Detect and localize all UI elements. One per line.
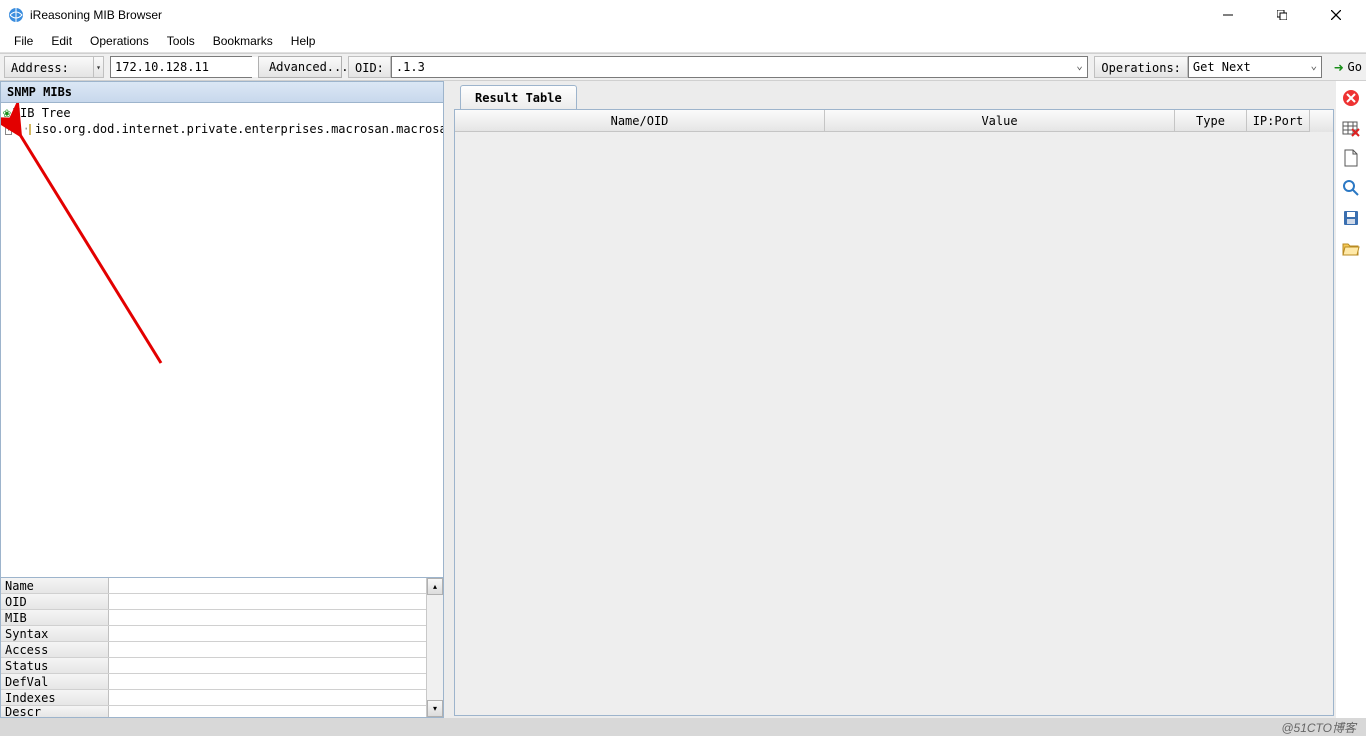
prop-key-mib: MIB [1, 610, 109, 625]
prop-key-name: Name [1, 578, 109, 593]
annotation-arrow [1, 103, 444, 523]
address-input[interactable] [111, 57, 272, 77]
new-document-icon[interactable] [1342, 149, 1360, 167]
prop-key-status: Status [1, 658, 109, 673]
toolbar: Address: Advanced... OID: Operations: ➜ … [0, 53, 1366, 81]
right-toolbar [1336, 81, 1366, 718]
maximize-button[interactable] [1268, 4, 1296, 26]
title-bar: iReasoning MIB Browser [0, 0, 1366, 30]
close-button[interactable] [1322, 4, 1350, 26]
result-table-body [455, 132, 1333, 715]
address-label: Address: [4, 56, 94, 78]
property-grid: Name OID MIB Syntax Access Status DefVal… [0, 578, 444, 718]
prop-val-oid [109, 594, 426, 609]
tree-connector: ·· [16, 122, 28, 136]
tree-child-label[interactable]: iso.org.dod.internet.private.enterprises… [35, 122, 444, 136]
col-type[interactable]: Type [1175, 110, 1247, 132]
menu-operations[interactable]: Operations [82, 32, 157, 50]
open-folder-icon[interactable] [1342, 239, 1360, 257]
app-icon [8, 7, 24, 23]
prop-val-status [109, 658, 426, 673]
prop-val-access [109, 642, 426, 657]
prop-val-descr [109, 706, 426, 717]
oid-label: OID: [348, 56, 391, 78]
menu-bookmarks[interactable]: Bookmarks [205, 32, 281, 50]
oid-combo[interactable] [391, 56, 1089, 78]
operations-label: Operations: [1094, 56, 1187, 78]
prop-val-defval [109, 674, 426, 689]
search-icon[interactable] [1342, 179, 1360, 197]
table-delete-icon[interactable] [1342, 119, 1360, 137]
scroll-up-button[interactable]: ▴ [427, 578, 443, 595]
footer-watermark: @51CTO博客 [0, 718, 1366, 736]
window-title: iReasoning MIB Browser [30, 8, 162, 22]
left-pane: SNMP MIBs ❀ MIB Tree + ·· iso.org.dod.in… [0, 81, 448, 718]
menu-edit[interactable]: Edit [43, 32, 80, 50]
scroll-down-button[interactable]: ▾ [427, 700, 443, 717]
watermark-text: @51CTO博客 [1281, 719, 1356, 736]
advanced-button[interactable]: Advanced... [258, 56, 342, 78]
prop-key-indexes: Indexes [1, 690, 109, 705]
col-value[interactable]: Value [825, 110, 1175, 132]
prop-key-oid: OID [1, 594, 109, 609]
chevron-down-icon[interactable] [1072, 57, 1088, 77]
operations-input[interactable] [1189, 57, 1307, 77]
oid-input[interactable] [392, 57, 1072, 77]
menu-help[interactable]: Help [283, 32, 324, 50]
tab-result-table[interactable]: Result Table [460, 85, 577, 109]
address-history-dropdown[interactable] [94, 56, 104, 78]
menu-tools[interactable]: Tools [159, 32, 203, 50]
minimize-button[interactable] [1214, 4, 1242, 26]
prop-key-access: Access [1, 642, 109, 657]
go-label: Go [1348, 60, 1362, 74]
tree-expand-button[interactable]: + [5, 124, 12, 135]
result-table: Name/OID Value Type IP:Port [454, 109, 1334, 716]
chevron-down-icon[interactable] [1307, 57, 1321, 77]
save-icon[interactable] [1342, 209, 1360, 227]
address-combo[interactable] [110, 56, 252, 78]
col-name-oid[interactable]: Name/OID [455, 110, 825, 132]
menu-bar: File Edit Operations Tools Bookmarks Hel… [0, 30, 1366, 52]
menu-file[interactable]: File [6, 32, 41, 50]
snmp-mibs-header: SNMP MIBs [0, 81, 444, 103]
prop-val-indexes [109, 690, 426, 705]
go-arrow-icon: ➜ [1334, 58, 1344, 77]
property-scrollbar[interactable]: ▴ ▾ [426, 578, 443, 717]
mib-tree[interactable]: ❀ MIB Tree + ·· iso.org.dod.internet.pri… [0, 103, 444, 578]
prop-val-syntax [109, 626, 426, 641]
result-tab-strip: Result Table [454, 83, 1334, 109]
prop-val-name [109, 578, 426, 593]
operations-combo[interactable] [1188, 56, 1322, 78]
prop-val-mib [109, 610, 426, 625]
col-ip-port[interactable]: IP:Port [1247, 110, 1310, 132]
prop-key-descr: Descr [1, 706, 109, 717]
go-button[interactable]: ➜ Go [1334, 58, 1362, 77]
tree-root-label[interactable]: MIB Tree [13, 106, 71, 120]
folder-icon [29, 124, 31, 135]
tree-root-icon: ❀ [3, 106, 11, 121]
right-pane: Result Table Name/OID Value Type IP:Port [448, 81, 1336, 718]
stop-icon[interactable] [1342, 89, 1360, 107]
prop-key-syntax: Syntax [1, 626, 109, 641]
prop-key-defval: DefVal [1, 674, 109, 689]
